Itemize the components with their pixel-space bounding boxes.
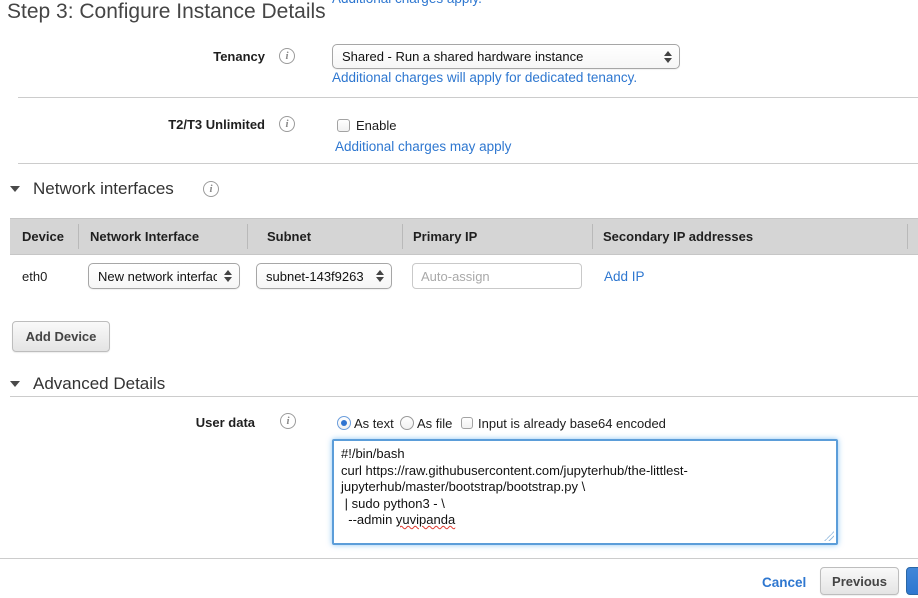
add-ip-link[interactable]: Add IP bbox=[604, 269, 645, 284]
as-file-label: As file bbox=[417, 416, 452, 431]
user-data-textarea[interactable]: #!/bin/bash curl https://raw.githubuserco… bbox=[332, 439, 838, 545]
t2t3-enable-checkbox[interactable] bbox=[337, 119, 350, 132]
select-stepper-icon bbox=[664, 51, 672, 63]
user-data-info-icon[interactable]: i bbox=[280, 413, 296, 429]
divider bbox=[10, 396, 918, 397]
col-device: Device bbox=[22, 229, 64, 244]
base64-checkbox-label: Input is already base64 encoded bbox=[478, 416, 666, 431]
column-divider bbox=[592, 224, 593, 249]
subnet-select-value: subnet-143f9263 bbox=[266, 269, 364, 284]
t2t3-info-icon[interactable]: i bbox=[279, 116, 295, 132]
script-line: curl https://raw.githubusercontent.com/j… bbox=[341, 463, 688, 478]
script-line: | sudo python3 - \ bbox=[341, 496, 445, 511]
divider bbox=[18, 97, 918, 98]
col-network-interface: Network Interface bbox=[90, 229, 199, 244]
select-stepper-icon bbox=[224, 270, 232, 282]
tenancy-select-value: Shared - Run a shared hardware instance bbox=[342, 49, 583, 64]
network-interfaces-table-header: Device Network Interface Subnet Primary … bbox=[10, 218, 918, 255]
configure-instance-page: Step 3: Configure Instance Details Addit… bbox=[0, 0, 918, 598]
t2t3-charges-link[interactable]: Additional charges may apply bbox=[335, 139, 511, 154]
select-stepper-icon bbox=[376, 270, 384, 282]
page-title: Step 3: Configure Instance Details bbox=[7, 0, 326, 24]
divider bbox=[18, 163, 918, 164]
resize-grip[interactable] bbox=[824, 531, 834, 541]
network-interfaces-title: Network interfaces bbox=[33, 179, 174, 199]
as-file-radio[interactable] bbox=[400, 416, 414, 430]
misspelled-word: yuvipanda bbox=[396, 512, 455, 527]
column-divider bbox=[402, 224, 403, 249]
primary-ip-input[interactable] bbox=[412, 263, 582, 289]
script-line: --admin bbox=[341, 512, 396, 527]
cancel-link[interactable]: Cancel bbox=[762, 575, 806, 590]
as-text-radio[interactable] bbox=[337, 416, 351, 430]
add-device-button[interactable]: Add Device bbox=[12, 321, 110, 352]
base64-checkbox[interactable] bbox=[461, 417, 473, 429]
t2t3-unlimited-label: T2/T3 Unlimited bbox=[0, 117, 265, 132]
additional-charges-apply-link[interactable]: Additional charges apply. bbox=[332, 0, 482, 6]
subnet-select[interactable]: subnet-143f9263 bbox=[256, 263, 392, 289]
script-line: jupyterhub/master/bootstrap/bootstrap.py… bbox=[341, 479, 585, 494]
previous-button[interactable]: Previous bbox=[820, 567, 899, 595]
next-button[interactable] bbox=[906, 567, 918, 595]
network-interfaces-info-icon[interactable]: i bbox=[203, 181, 219, 197]
col-subnet: Subnet bbox=[267, 229, 311, 244]
t2t3-enable-label: Enable bbox=[356, 118, 396, 133]
as-text-label: As text bbox=[354, 416, 394, 431]
user-data-label: User data bbox=[0, 415, 255, 430]
script-line: #!/bin/bash bbox=[341, 446, 405, 461]
network-interface-select-value: New network interface bbox=[98, 269, 217, 284]
column-divider bbox=[907, 224, 908, 249]
advanced-details-title: Advanced Details bbox=[33, 374, 165, 394]
divider bbox=[0, 558, 918, 559]
column-divider bbox=[78, 224, 79, 249]
col-primary-ip: Primary IP bbox=[413, 229, 477, 244]
tenancy-charges-link[interactable]: Additional charges will apply for dedica… bbox=[332, 70, 637, 85]
column-divider bbox=[247, 224, 248, 249]
network-interfaces-collapse-icon[interactable] bbox=[10, 186, 20, 192]
col-secondary-ip: Secondary IP addresses bbox=[603, 229, 753, 244]
advanced-details-collapse-icon[interactable] bbox=[10, 381, 20, 387]
tenancy-info-icon[interactable]: i bbox=[279, 48, 295, 64]
tenancy-label: Tenancy bbox=[0, 49, 265, 64]
device-cell: eth0 bbox=[22, 269, 47, 284]
tenancy-select[interactable]: Shared - Run a shared hardware instance bbox=[332, 44, 680, 69]
network-interface-select[interactable]: New network interface bbox=[88, 263, 240, 289]
